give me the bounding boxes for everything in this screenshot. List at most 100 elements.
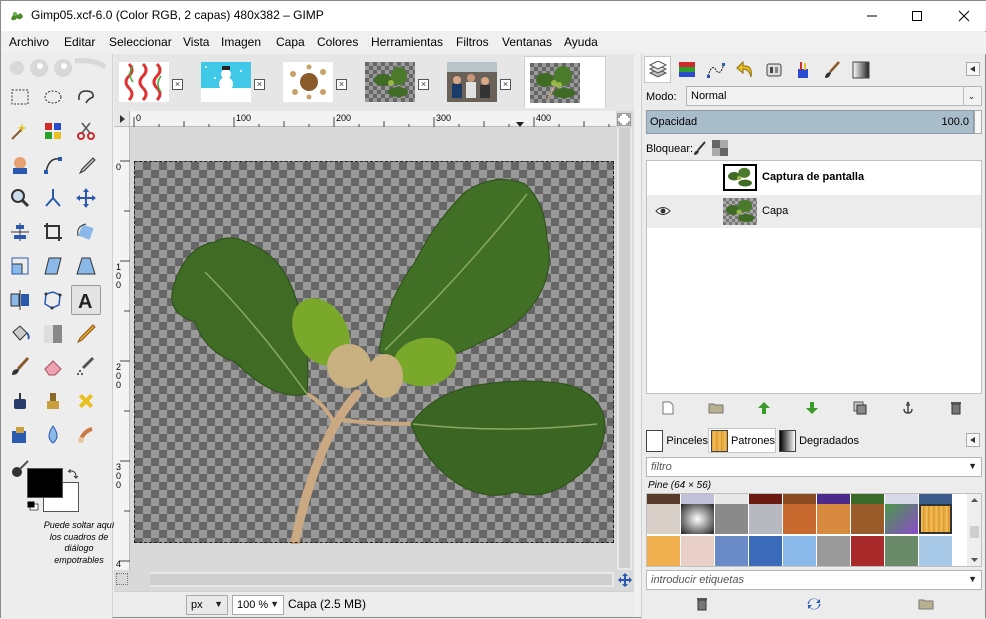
flip-tool[interactable] [5, 285, 35, 315]
menu-ventanas[interactable]: Ventanas [502, 35, 552, 49]
new-layer-button[interactable] [660, 400, 676, 416]
color-picker-tool[interactable] [71, 150, 101, 180]
perspective-clone-tool[interactable] [5, 420, 35, 450]
heal-tool[interactable] [71, 386, 101, 416]
horizontal-scrollbar[interactable] [150, 572, 614, 587]
open-pattern-folder-icon[interactable] [918, 596, 934, 612]
minimize-button[interactable] [849, 1, 895, 31]
foreground-select-tool[interactable] [5, 150, 35, 180]
align-tool[interactable] [5, 217, 35, 247]
anchor-layer-button[interactable] [900, 400, 916, 416]
layer-row-capa[interactable]: Capa [647, 195, 981, 228]
fuzzy-select-tool[interactable] [5, 116, 35, 146]
pattern-item[interactable] [647, 536, 680, 566]
tab-image-3[interactable]: × [278, 56, 360, 108]
lower-layer-button[interactable] [804, 400, 820, 416]
refresh-patterns-icon[interactable] [806, 596, 822, 612]
blend-tool[interactable] [38, 319, 68, 349]
duplicate-layer-button[interactable] [852, 400, 868, 416]
pattern-item[interactable] [885, 504, 918, 534]
scissors-tool[interactable] [71, 116, 101, 146]
paintbrush-tool[interactable] [5, 352, 35, 382]
tab-undo-history[interactable] [731, 56, 758, 83]
patterns-scrollbar[interactable] [967, 494, 981, 566]
pattern-item[interactable] [919, 536, 952, 566]
opacity-spinner[interactable] [974, 110, 982, 134]
tab-patterns[interactable]: Patrones [708, 428, 776, 453]
delete-layer-button[interactable] [948, 400, 964, 416]
pattern-item[interactable] [783, 536, 816, 566]
vertical-scrollbar[interactable] [617, 128, 632, 570]
pattern-item[interactable] [749, 536, 782, 566]
image-canvas-view[interactable] [131, 128, 616, 570]
menu-colores[interactable]: Colores [317, 35, 358, 49]
tab-brushes[interactable]: Pinceles [644, 428, 708, 453]
rotate-tool[interactable] [71, 217, 101, 247]
raise-layer-button[interactable] [756, 400, 772, 416]
pencil-tool[interactable] [71, 319, 101, 349]
pattern-item-selected[interactable] [919, 504, 952, 534]
cage-tool[interactable] [38, 285, 68, 315]
text-tool[interactable]: A [71, 284, 101, 315]
menu-seleccionar[interactable]: Seleccionar [109, 35, 172, 49]
lock-alpha-icon[interactable] [712, 140, 728, 156]
bucket-fill-tool[interactable] [5, 319, 35, 349]
color-select-tool[interactable] [38, 116, 68, 146]
menu-editar[interactable]: Editar [64, 35, 95, 49]
menu-herramientas[interactable]: Herramientas [371, 35, 443, 49]
ellipse-select-tool[interactable] [38, 82, 68, 112]
pattern-item[interactable] [783, 504, 816, 534]
quick-mask-toggle[interactable] [116, 573, 128, 585]
tab-gradients[interactable]: Degradados [777, 428, 859, 453]
pattern-item[interactable] [681, 536, 714, 566]
pattern-item[interactable] [851, 536, 884, 566]
free-select-tool[interactable] [71, 82, 101, 112]
crop-tool[interactable] [38, 217, 68, 247]
measure-tool[interactable] [38, 183, 68, 213]
pattern-item[interactable] [851, 504, 884, 534]
dock-menu-button[interactable] [966, 433, 980, 447]
navigate-image-button[interactable] [617, 572, 633, 588]
delete-pattern-icon[interactable] [694, 596, 710, 612]
tab-brushes-paint[interactable] [789, 56, 816, 83]
tab-gradient[interactable] [847, 56, 874, 83]
tab-layers[interactable] [644, 56, 671, 83]
unit-select[interactable]: px ▼ [186, 595, 228, 615]
zoom-tool[interactable] [5, 183, 35, 213]
tab-image-4[interactable]: × [360, 56, 442, 108]
menu-filtros[interactable]: Filtros [456, 35, 489, 49]
vertical-scrollbar-thumb[interactable] [619, 128, 630, 568]
tab-close-icon[interactable]: × [418, 79, 429, 90]
zoom-image-when-window-size-changes[interactable] [617, 113, 631, 126]
foreground-color-swatch[interactable] [27, 468, 63, 498]
tab-image-6[interactable] [524, 56, 606, 108]
lock-pixels-icon[interactable] [692, 140, 708, 156]
pattern-item[interactable] [647, 504, 680, 534]
tab-tool-presets[interactable] [818, 56, 845, 83]
rect-select-tool[interactable] [5, 82, 35, 112]
tab-image-1[interactable]: × [114, 56, 196, 108]
ruler-corner-menu[interactable] [114, 111, 130, 127]
paths-tool[interactable] [38, 150, 68, 180]
pattern-item[interactable] [715, 536, 748, 566]
dock-menu-button[interactable] [966, 62, 980, 76]
smudge-tool[interactable] [71, 420, 101, 450]
tab-close-icon[interactable]: × [336, 79, 347, 90]
eraser-tool[interactable] [38, 352, 68, 382]
menu-ayuda[interactable]: Ayuda [564, 35, 598, 49]
new-layer-group-button[interactable] [708, 400, 724, 416]
pattern-item[interactable] [885, 536, 918, 566]
tab-device-status[interactable] [760, 56, 787, 83]
ink-tool[interactable] [5, 386, 35, 416]
close-button[interactable] [941, 1, 986, 31]
eye-icon[interactable] [655, 205, 671, 217]
maximize-button[interactable] [894, 1, 940, 31]
blur-tool[interactable] [38, 420, 68, 450]
menu-imagen[interactable]: Imagen [221, 35, 261, 49]
pattern-item[interactable] [749, 504, 782, 534]
scale-tool[interactable] [5, 251, 35, 281]
tab-close-icon[interactable]: × [254, 79, 265, 90]
tab-channels[interactable] [673, 56, 700, 83]
reset-colors-icon[interactable] [27, 501, 39, 511]
pattern-item[interactable] [681, 504, 714, 534]
